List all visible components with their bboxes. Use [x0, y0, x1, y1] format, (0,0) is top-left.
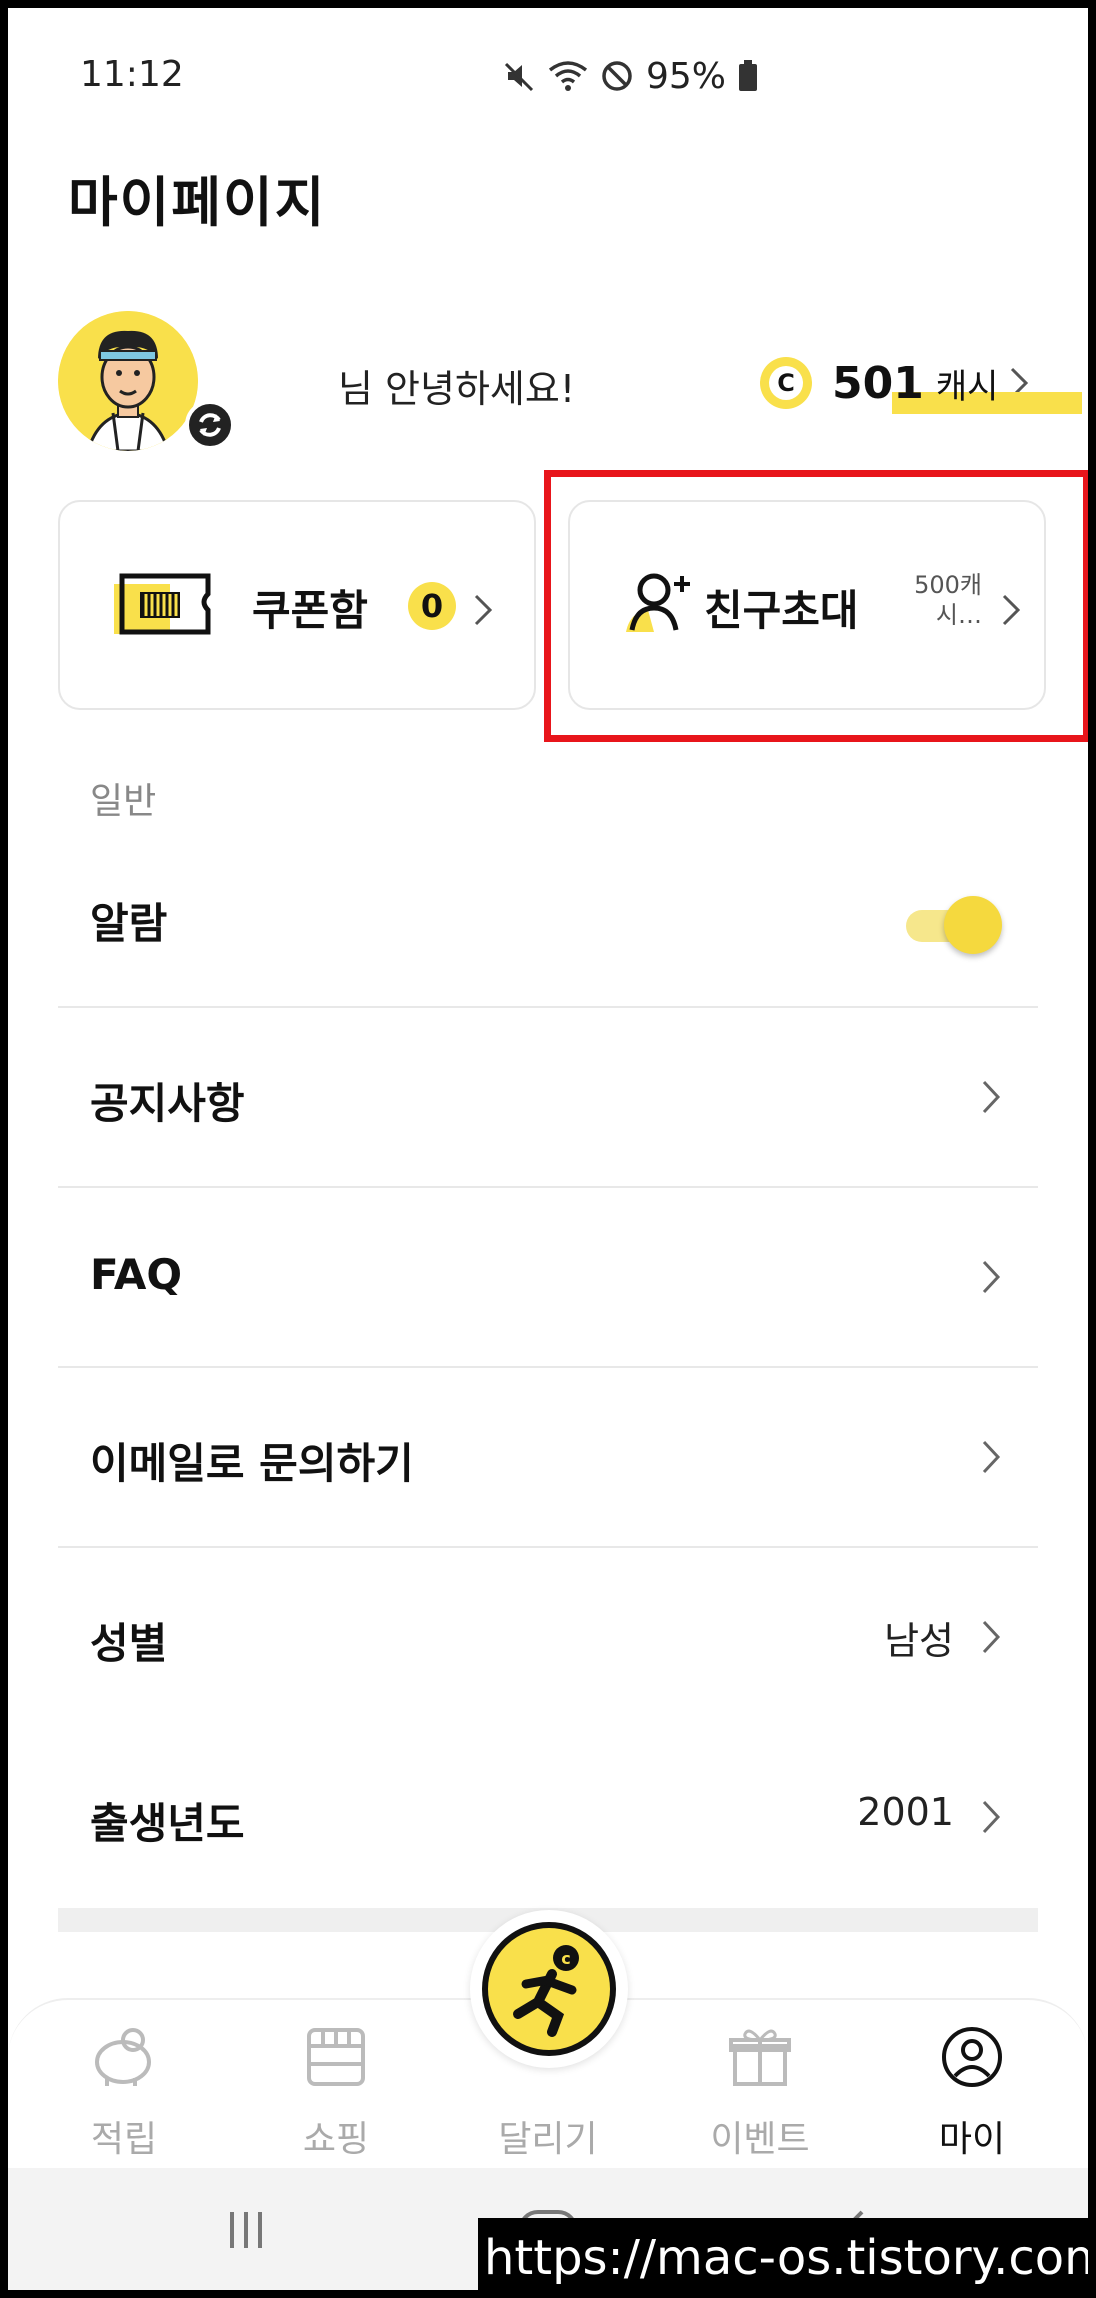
settings-row-label: FAQ [90, 1250, 183, 1299]
settings-row-faq[interactable]: FAQ [58, 1188, 1038, 1368]
settings-row-birth-year[interactable]: 출생년도 2001 [58, 1728, 1038, 1908]
settings-row-value: 2001 [857, 1790, 954, 1834]
coin-letter: C [769, 366, 803, 400]
settings-row-email-inquiry[interactable]: 이메일로 문의하기 [58, 1368, 1038, 1548]
alarm-toggle[interactable] [906, 896, 1002, 954]
screen: 11:12 95% 마이페이지 님 안녕하세요! C 501 캐시 쿠폰함 0 … [8, 8, 1088, 2290]
nav-tab-my[interactable]: 마이 [892, 2024, 1052, 2160]
status-icons: 95% [504, 54, 758, 98]
nav-label: 달리기 [498, 2119, 598, 2160]
avatar-change-button[interactable] [185, 400, 235, 450]
battery-icon [739, 60, 758, 91]
cash-balance-button[interactable]: C 501 캐시 [760, 348, 1082, 418]
avatar-character-icon [58, 311, 198, 451]
settings-row-label: 알람 [90, 899, 168, 948]
settings-row-label: 출생년도 [90, 1799, 245, 1848]
settings-row-value: 남성 [884, 1619, 954, 1663]
cash-unit: 캐시 [935, 366, 999, 407]
nav-label: 이벤트 [710, 2119, 810, 2160]
toggle-thumb [944, 896, 1002, 954]
settings-row-label: 성별 [90, 1619, 168, 1668]
coupon-count-badge: 0 [408, 582, 456, 630]
gift-icon [729, 2029, 791, 2086]
refresh-icon [199, 413, 221, 437]
coupon-box-card[interactable]: 쿠폰함 0 [58, 500, 536, 710]
store-icon [307, 2028, 365, 2086]
chevron-right-icon [474, 594, 493, 626]
settings-row-label: 이메일로 문의하기 [90, 1439, 414, 1488]
chevron-right-icon [982, 1260, 1001, 1294]
settings-row-notice[interactable]: 공지사항 [58, 1008, 1038, 1188]
status-time: 11:12 [80, 54, 184, 95]
watermark-text: https://mac-os.tistory.com [478, 2218, 1088, 2290]
battery-percent: 95% [646, 55, 727, 97]
highlight-annotation-box [544, 470, 1088, 742]
runner-icon: c [513, 1945, 579, 2037]
ticket-icon [114, 573, 211, 635]
page-title: 마이페이지 [68, 171, 327, 234]
chevron-right-icon [982, 1440, 1001, 1474]
greeting-text: 님 안녕하세요! [338, 367, 576, 411]
nav-tab-event[interactable]: 이벤트 [680, 2024, 840, 2160]
avatar[interactable] [58, 311, 198, 451]
nav-label: 적립 [90, 2119, 158, 2160]
section-general-label: 일반 [90, 781, 157, 822]
dnd-icon [602, 61, 632, 91]
settings-row-alarm: 알람 [58, 828, 1038, 1008]
mute-icon [504, 62, 534, 92]
nav-label: 쇼핑 [302, 2119, 370, 2160]
chevron-right-icon [982, 1620, 1001, 1654]
cash-amount: 501 [832, 357, 924, 409]
recent-apps-icon[interactable] [224, 2208, 268, 2252]
nav-tab-earn[interactable]: 적립 [44, 2024, 204, 2160]
piggy-bank-icon [95, 2028, 151, 2086]
settings-row-gender[interactable]: 성별 남성 [58, 1548, 1038, 1728]
run-button-circle: c [482, 1922, 616, 2056]
nav-tab-shopping[interactable]: 쇼핑 [256, 2024, 416, 2160]
settings-row-label: 공지사항 [90, 1079, 245, 1128]
coupon-box-label: 쿠폰함 [252, 586, 368, 635]
coin-icon: C [760, 357, 812, 409]
run-start-button[interactable]: c [470, 1910, 628, 2068]
chevron-right-icon [982, 1080, 1001, 1114]
nav-label: 마이 [938, 2119, 1006, 2160]
user-circle-icon [942, 2027, 1002, 2087]
svg-text:c: c [561, 1949, 570, 1968]
chevron-right-icon [982, 1800, 1001, 1834]
wifi-icon [548, 61, 588, 91]
status-bar: 11:12 95% [8, 8, 1088, 128]
